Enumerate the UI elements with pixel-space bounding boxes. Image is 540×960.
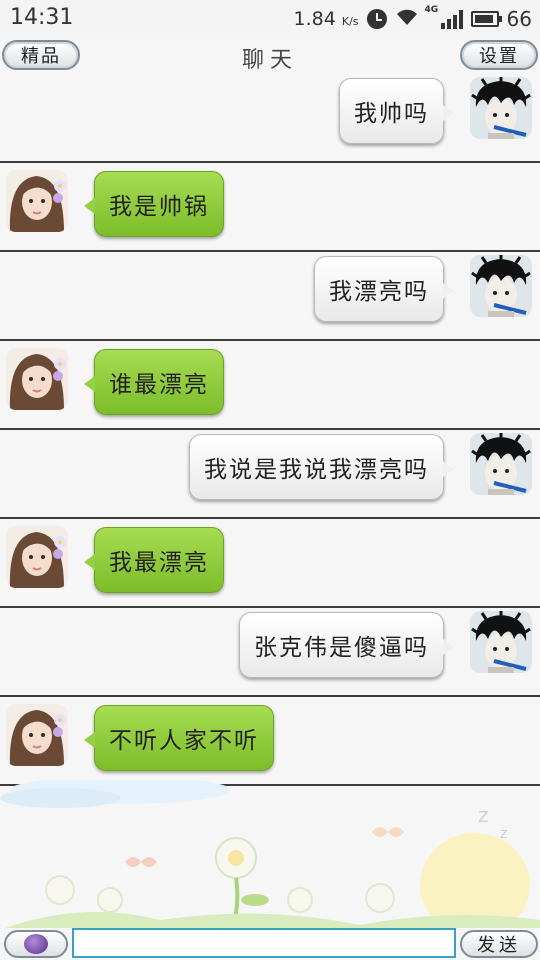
message-row: 我说是我说我漂亮吗 xyxy=(0,430,540,519)
svg-text:z: z xyxy=(478,803,489,827)
sent-message-bubble[interactable]: 我说是我说我漂亮吗 xyxy=(189,434,454,500)
message-row: 我漂亮吗 xyxy=(0,252,540,341)
chat-list: 我帅吗我是帅锅我漂亮吗谁最漂亮我说是我说我漂亮吗我最漂亮 张克伟是傻逼吗不听人家不… xyxy=(0,74,540,786)
contact-avatar[interactable] xyxy=(6,704,68,766)
my-avatar[interactable] xyxy=(470,611,532,673)
message-row: 我帅吗 xyxy=(0,74,540,163)
voice-button[interactable] xyxy=(4,930,68,958)
send-button[interactable]: 发送 xyxy=(460,930,538,958)
contact-avatar[interactable] xyxy=(6,348,68,410)
microphone-icon xyxy=(24,934,48,954)
network-speed: 1.84 K/s xyxy=(293,8,359,30)
received-message-bubble[interactable]: 我最漂亮 xyxy=(84,527,224,593)
received-message-bubble[interactable]: 不听人家不听 xyxy=(84,705,274,771)
wifi-icon xyxy=(395,7,419,32)
message-row: 不听人家不听 xyxy=(0,697,540,786)
page-title: 聊天 xyxy=(241,48,298,73)
sent-message-bubble[interactable]: 我帅吗 xyxy=(339,78,454,144)
status-icons: 1.84 K/s 4G 66 xyxy=(294,5,532,33)
message-input[interactable] xyxy=(72,928,456,958)
svg-text:z: z xyxy=(500,826,507,842)
message-row: 我最漂亮 xyxy=(0,519,540,608)
sent-message-bubble[interactable]: 张克伟是傻逼吗 xyxy=(239,612,454,678)
input-bar: 发送 xyxy=(0,928,540,960)
title-bar: 精品 聊天 设置 xyxy=(0,38,540,74)
status-bar: 14:31 1.84 K/s 4G 66 xyxy=(0,0,540,38)
my-avatar[interactable] xyxy=(470,77,532,139)
my-avatar[interactable] xyxy=(470,433,532,495)
received-message-bubble[interactable]: 谁最漂亮 xyxy=(84,349,224,415)
message-row: 张克伟是傻逼吗 xyxy=(0,608,540,697)
background-illustration: z z xyxy=(0,780,540,930)
alarm-icon xyxy=(366,9,387,29)
contact-avatar[interactable] xyxy=(6,526,68,588)
sent-message-bubble[interactable]: 我漂亮吗 xyxy=(314,256,454,322)
contact-avatar[interactable] xyxy=(6,170,68,232)
message-row: 我是帅锅 xyxy=(0,163,540,252)
battery-level: 66 xyxy=(506,7,532,31)
received-message-bubble[interactable]: 我是帅锅 xyxy=(84,171,224,237)
my-avatar[interactable] xyxy=(470,255,532,317)
battery-icon xyxy=(470,11,502,27)
settings-button[interactable]: 设置 xyxy=(460,40,538,70)
status-time: 14:31 xyxy=(10,5,74,30)
message-row: 谁最漂亮 xyxy=(0,341,540,430)
signal-icon: 4G xyxy=(425,5,463,29)
